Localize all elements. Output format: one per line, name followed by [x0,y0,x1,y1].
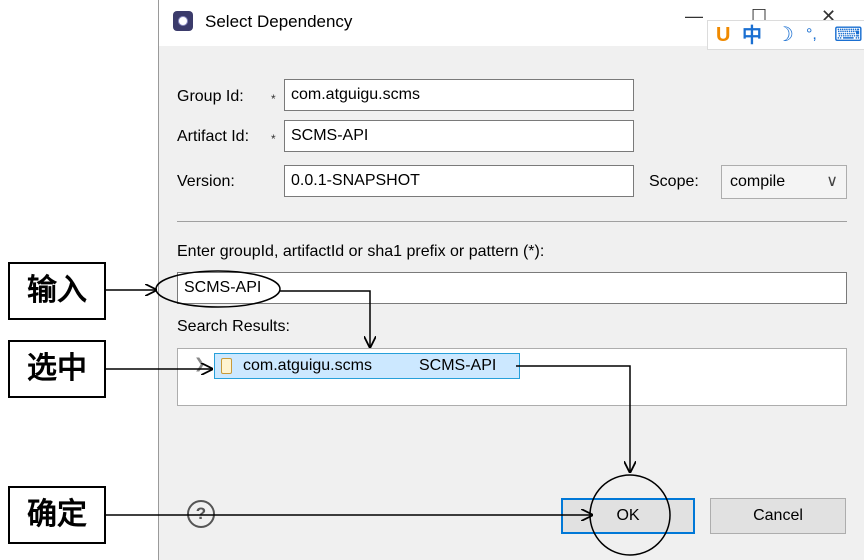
annotation-input: 输入 [8,262,106,320]
minimize-icon[interactable]: — [685,6,703,27]
ime-logo-icon[interactable]: U [716,21,730,49]
search-results-label: Search Results: [177,318,290,335]
app-icon [173,11,193,31]
ok-button[interactable]: OK [561,498,695,534]
search-prompt-label: Enter groupId, artifactId or sha1 prefix… [177,243,545,260]
scope-value: compile [730,173,786,190]
required-marker: * [271,132,276,146]
group-id-label: Group Id: [177,88,244,105]
ime-toolbar[interactable]: U 中 ☽ °, ⌨ [707,20,864,50]
moon-icon[interactable]: ☽ [776,21,794,49]
help-icon[interactable]: ? [187,500,215,528]
required-marker: * [271,92,276,106]
search-input[interactable]: SCMS-API [177,272,847,304]
result-group-id: com.atguigu.scms [243,357,372,374]
expand-arrow-icon[interactable]: ❯ [194,355,206,372]
dialog-title: Select Dependency [205,12,353,31]
ime-mode-toggle[interactable]: 中 [742,21,762,49]
result-artifact-id: SCMS-API [419,357,497,374]
scope-select[interactable]: compile ∨ [721,165,847,199]
group-id-field[interactable]: com.atguigu.scms [284,79,634,111]
annotation-confirm: 确定 [8,486,106,544]
separator [177,221,847,222]
select-dependency-dialog: Select Dependency — ☐ ✕ U 中 ☽ °, ⌨ Group… [158,0,864,560]
keyboard-icon[interactable]: ⌨ [834,21,863,49]
search-results-tree[interactable]: ❯ com.atguigu.scms SCMS-API [177,348,847,406]
punctuation-icon[interactable]: °, [806,21,817,49]
version-field[interactable]: 0.0.1-SNAPSHOT [284,165,634,197]
version-label: Version: [177,173,235,190]
search-result-row[interactable]: com.atguigu.scms SCMS-API [214,353,520,379]
artifact-id-field[interactable]: SCMS-API [284,120,634,152]
artifact-id-label: Artifact Id: [177,128,250,145]
chevron-down-icon: ∨ [826,173,838,190]
jar-icon [221,358,232,374]
scope-label: Scope: [649,173,699,190]
annotation-select: 选中 [8,340,106,398]
cancel-button[interactable]: Cancel [710,498,846,534]
